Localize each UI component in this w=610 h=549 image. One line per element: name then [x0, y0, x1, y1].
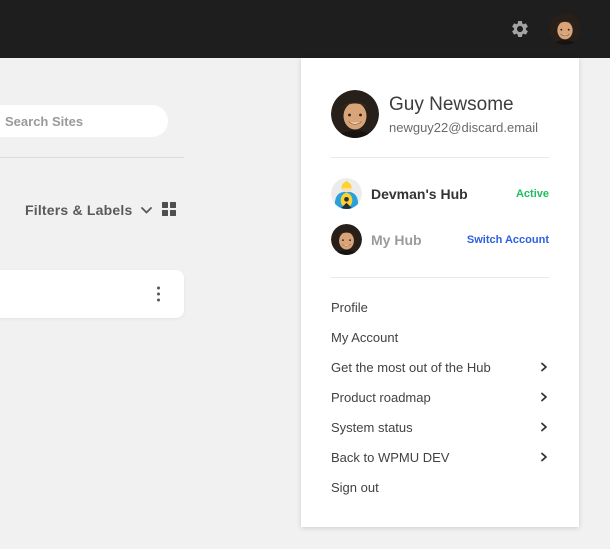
filters-labels-label: Filters & Labels	[25, 202, 133, 218]
menu-item-back-to-wpmu-dev[interactable]: Back to WPMU DEV	[301, 442, 579, 472]
menu-item-my-account[interactable]: My Account	[301, 322, 579, 352]
left-section-divider	[0, 157, 184, 158]
account-dropdown-panel: Guy Newsome newguy22@discard.email Devma…	[301, 58, 579, 527]
top-navigation-bar	[0, 0, 610, 58]
menu-item-label: Back to WPMU DEV	[331, 449, 450, 465]
active-status-badge: Active	[515, 187, 549, 200]
menu-item-get-the-most-out-of-the-hub[interactable]: Get the most out of the Hub	[301, 352, 579, 382]
grid-view-icon[interactable]	[162, 202, 176, 216]
menu-item-label: Sign out	[331, 479, 379, 495]
menu-item-label: Get the most out of the Hub	[331, 359, 491, 375]
site-list-card	[0, 270, 184, 318]
account-name: Devman's Hub	[371, 185, 468, 202]
menu-item-label: System status	[331, 419, 413, 435]
topbar-user-avatar[interactable]	[549, 13, 581, 45]
chevron-right-icon	[541, 362, 547, 372]
account-menu-list: Profile My Account Get the most out of t…	[301, 292, 579, 502]
account-row-my-hub[interactable]: My Hub Switch Account	[301, 224, 579, 255]
chevron-down-icon	[141, 206, 153, 214]
menu-item-label: Profile	[331, 299, 368, 315]
devman-hub-avatar	[331, 178, 362, 209]
search-sites-input[interactable]	[0, 105, 168, 137]
user-name: Guy Newsome	[389, 94, 514, 115]
chevron-right-icon	[541, 392, 547, 402]
filters-labels-dropdown[interactable]: Filters & Labels	[25, 200, 153, 220]
menu-item-label: My Account	[331, 329, 399, 345]
menu-item-sign-out[interactable]: Sign out	[301, 472, 579, 502]
menu-item-profile[interactable]: Profile	[301, 292, 579, 322]
settings-gear-icon[interactable]	[510, 19, 530, 39]
account-row-devmans-hub[interactable]: Devman's Hub Active	[301, 178, 579, 209]
chevron-right-icon	[541, 422, 547, 432]
user-email: newguy22@discard.email	[389, 120, 539, 135]
menu-item-system-status[interactable]: System status	[301, 412, 579, 442]
menu-item-label: Product roadmap	[331, 389, 431, 405]
my-hub-avatar	[331, 224, 362, 255]
chevron-right-icon	[541, 452, 547, 462]
menu-item-product-roadmap[interactable]: Product roadmap	[301, 382, 579, 412]
panel-divider	[331, 157, 549, 158]
profile-avatar	[331, 90, 379, 138]
panel-divider	[331, 277, 549, 278]
kebab-menu-icon[interactable]	[153, 283, 164, 306]
switch-account-link[interactable]: Switch Account	[467, 234, 549, 246]
account-name: My Hub	[371, 231, 422, 248]
